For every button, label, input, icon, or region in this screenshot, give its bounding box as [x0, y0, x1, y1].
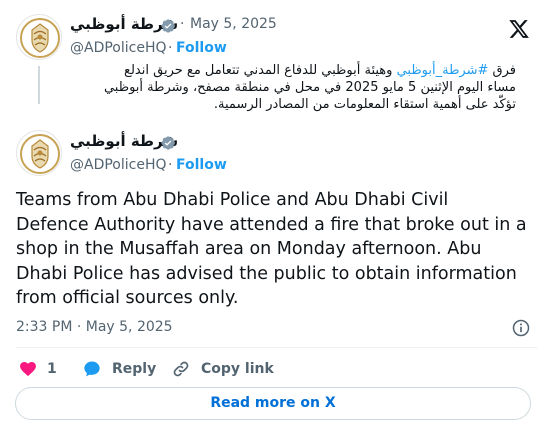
post-date[interactable]: May 5, 2025	[190, 16, 277, 32]
reply-label: Reply	[112, 361, 157, 377]
verified-badge-icon	[161, 136, 175, 150]
reply-bubble-icon	[84, 361, 100, 377]
follow-button[interactable]: Follow	[176, 157, 227, 173]
reply-button[interactable]: Reply	[82, 358, 156, 380]
like-button[interactable]: 1	[18, 358, 57, 380]
avatar[interactable]	[16, 14, 62, 60]
separator-dot: ·	[168, 40, 173, 56]
post-text: Teams from Abu Dhabi Police and Abu Dhab…	[16, 188, 541, 311]
post-text-line: تؤكّد على أهمية استقاء المعلومات من المص…	[213, 97, 516, 112]
thread-line	[38, 66, 40, 104]
info-icon[interactable]	[511, 318, 531, 338]
handle[interactable]: @ADPoliceHQ	[70, 40, 167, 56]
post-text-line: مساء اليوم الإثنين 5 مايو 2025 في محل في…	[103, 80, 516, 95]
post-text-fragment: وهيئة أبوظبي للدفاع المدني تتعامل مع حري…	[124, 63, 397, 78]
embedded-post-card: شرطة أبوظبي · May 5, 2025 @ADPoliceHQ · …	[0, 0, 554, 436]
follow-button[interactable]: Follow	[176, 40, 227, 56]
separator-dot: ·	[180, 16, 185, 32]
divider	[16, 347, 538, 348]
copy-link-label: Copy link	[201, 361, 274, 377]
post-timestamp[interactable]: 2:33 PM · May 5, 2025	[16, 319, 173, 335]
link-icon	[173, 361, 189, 377]
post-text-fragment: فرق	[488, 63, 516, 78]
post-text-line: from official sources only.	[16, 288, 239, 309]
verified-badge-icon	[161, 19, 175, 33]
avatar[interactable]	[16, 130, 62, 176]
post-text-line: shop in the Musaffah area on Monday afte…	[16, 239, 482, 260]
police-emblem-icon	[20, 18, 60, 58]
heart-icon	[20, 362, 36, 377]
separator-dot: ·	[168, 157, 173, 173]
post-text-line: Teams from Abu Dhabi Police and Abu Dhab…	[16, 190, 449, 210]
post-text-line: Defence Authority have attended a fire t…	[16, 214, 527, 235]
like-count: 1	[47, 361, 57, 377]
hashtag-link[interactable]: #شرطة_أبوظبي	[397, 63, 489, 78]
police-emblem-icon	[20, 134, 60, 174]
read-more-button[interactable]: Read more on X	[15, 387, 531, 420]
x-logo-icon[interactable]	[508, 18, 530, 40]
handle[interactable]: @ADPoliceHQ	[70, 157, 167, 173]
quoted-post-text: فرق #شرطة_أبوظبي وهيئة أبوظبي للدفاع الم…	[46, 62, 516, 113]
post-text-line: فرق #شرطة_أبوظبي وهيئة أبوظبي للدفاع الم…	[46, 62, 516, 79]
copy-link-button[interactable]: Copy link	[171, 358, 274, 380]
post-text-line: Dhabi Police has advised the public to o…	[16, 263, 517, 284]
